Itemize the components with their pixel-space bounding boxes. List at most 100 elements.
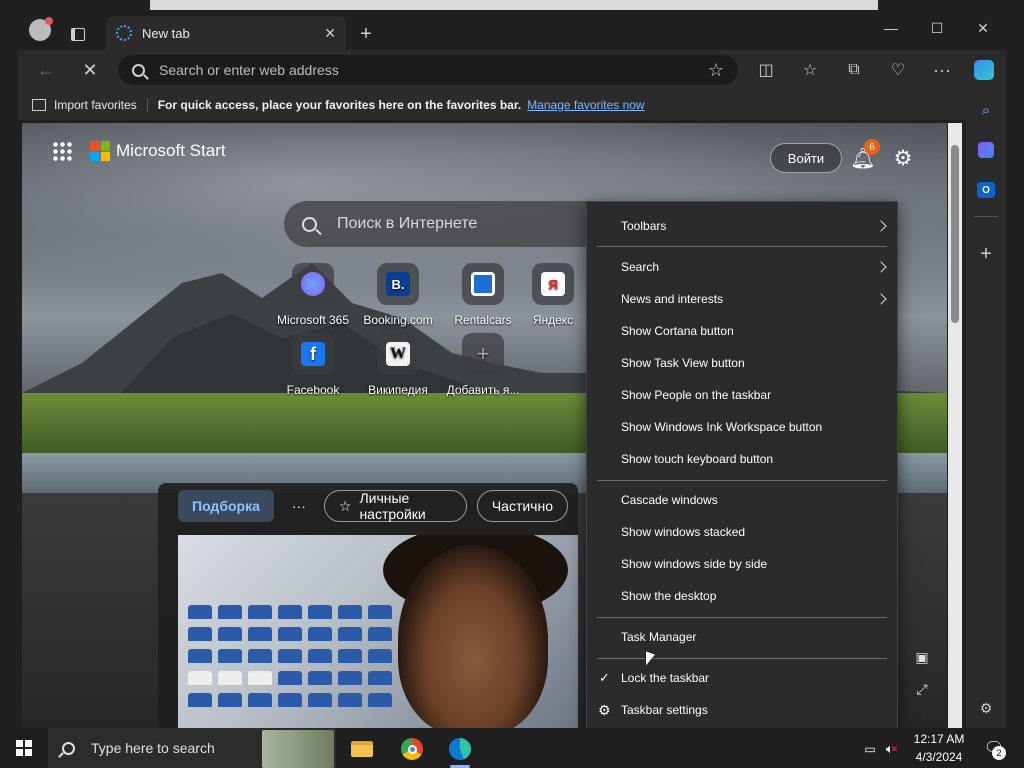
tab-bar: New tab ✕ + — ☐ ✕ (18, 10, 1006, 50)
taskbar-search-input[interactable]: Type here to search (48, 728, 336, 768)
menu-item-taskbar-settings[interactable]: ⚙ Taskbar settings (587, 696, 897, 724)
menu-item-people[interactable]: Show People on the taskbar (587, 381, 897, 409)
tab-actions-icon[interactable] (64, 20, 92, 48)
import-icon (32, 99, 46, 111)
sidebar-outlook-icon[interactable]: O (974, 178, 998, 202)
menu-item-label: Show windows stacked (621, 525, 746, 539)
tile-facebook[interactable]: f Facebook (268, 333, 358, 397)
web-search-input[interactable]: Поиск в Интернете (284, 201, 614, 247)
menu-item-label: Show People on the taskbar (621, 388, 772, 402)
taskbar-clock[interactable]: 12:17 AM 4/3/2024 (900, 730, 978, 766)
personalize-icon: ☆ (338, 497, 352, 514)
feed-tab-partial[interactable]: Частично (476, 490, 568, 522)
menu-item-cortana[interactable]: Show Cortana button (587, 317, 897, 345)
brand-name[interactable]: Microsoft Start (116, 141, 226, 161)
menu-item-stacked[interactable]: Show windows stacked (587, 518, 897, 546)
menu-item-touch-keyboard[interactable]: Show touch keyboard button (587, 445, 897, 473)
settings-more-icon[interactable]: ··· (928, 56, 956, 84)
sidebar-add-icon[interactable]: + (974, 242, 998, 266)
address-bar[interactable]: Search or enter web address ☆ (118, 55, 738, 85)
wikipedia-icon: W (377, 333, 419, 375)
menu-item-side-by-side[interactable]: Show windows side by side (587, 550, 897, 578)
menu-item-show-desktop[interactable]: Show the desktop (587, 582, 897, 610)
menu-item-lock-taskbar[interactable]: ✓ Lock the taskbar (587, 664, 897, 692)
manage-favorites-link[interactable]: Manage favorites now (527, 98, 644, 112)
minimize-button[interactable]: — (868, 14, 914, 42)
sidebar-settings-icon[interactable]: ⚙ (974, 696, 998, 720)
divider (146, 98, 148, 112)
sidebar-search-icon[interactable]: ⌕ (974, 98, 998, 122)
page-scrollbar[interactable] (948, 123, 962, 728)
app-launcher-icon[interactable] (52, 141, 72, 161)
sidebar-copilot-icon[interactable] (974, 138, 998, 162)
menu-item-label: Show touch keyboard button (621, 452, 774, 466)
menu-item-label: News and interests (621, 292, 724, 306)
action-center-badge: 2 (992, 746, 1006, 760)
menu-item-label: Show the desktop (621, 589, 717, 603)
file-explorer-icon[interactable] (342, 732, 382, 766)
login-button[interactable]: Войти (770, 143, 842, 173)
tile-booking[interactable]: B. Booking.com (353, 263, 443, 327)
close-window-button[interactable]: ✕ (960, 14, 1006, 42)
menu-item-task-view[interactable]: Show Task View button (587, 349, 897, 377)
yandex-icon: Я (532, 263, 574, 305)
back-button[interactable]: ← (32, 56, 60, 84)
menu-item-label: Taskbar settings (621, 703, 708, 717)
favorites-hint: For quick access, place your favorites h… (157, 98, 522, 112)
menu-item-label: Task Manager (621, 630, 697, 644)
new-tab-button[interactable]: + (352, 20, 380, 48)
close-tab-icon[interactable]: ✕ (324, 25, 336, 42)
tab-new-tab[interactable]: New tab ✕ (106, 16, 346, 50)
menu-item-task-manager[interactable]: Task Manager (587, 623, 897, 651)
feed-hero-image[interactable] (178, 535, 578, 728)
photo-subject-face (398, 545, 548, 728)
tile-label: Википедия (368, 383, 428, 397)
stop-loading-button[interactable]: ✕ (76, 56, 104, 84)
menu-item-label: Cascade windows (621, 493, 718, 507)
personalize-button[interactable]: ☆ Личные настройки (323, 490, 467, 522)
start-button[interactable] (0, 728, 48, 768)
menu-item-search[interactable]: Search (587, 253, 897, 281)
menu-item-cascade[interactable]: Cascade windows (587, 486, 897, 514)
expand-icon[interactable]: ⤢ (912, 679, 932, 699)
search-icon (302, 216, 317, 232)
browser-essentials-icon[interactable]: ♡ (884, 56, 912, 84)
gear-icon[interactable]: ⚙ (890, 145, 916, 171)
favorite-star-icon[interactable]: ☆ (708, 60, 724, 81)
taskbar-context-menu: Toolbars Search News and interests Show … (586, 201, 898, 735)
tile-wikipedia[interactable]: W Википедия (353, 333, 443, 397)
avatar-icon (29, 17, 53, 41)
feed-more-button[interactable]: ··· (284, 490, 314, 522)
menu-item-label: Show Cortana button (621, 324, 734, 338)
menu-item-ink[interactable]: Show Windows Ink Workspace button (587, 413, 897, 441)
personalize-label: Личные настройки (359, 490, 426, 522)
maximize-button[interactable]: ☐ (914, 14, 960, 42)
taskbar-search-placeholder: Type here to search (91, 740, 215, 756)
menu-item-label: Toolbars (621, 219, 667, 233)
volume-muted-icon[interactable]: 🔈︎ ✕ (882, 732, 902, 766)
menu-item-news[interactable]: News and interests (587, 285, 897, 313)
split-screen-icon[interactable]: ◫ (752, 56, 780, 84)
tile-label: Добавить я... (446, 383, 520, 397)
edge-icon[interactable] (440, 732, 480, 768)
scrollbar-thumb[interactable] (951, 145, 959, 323)
menu-item-label: Show windows side by side (621, 557, 768, 571)
chevron-right-icon (875, 261, 887, 273)
tile-rentalcars[interactable]: Rentalcars (438, 263, 528, 327)
feed-tab-selected[interactable]: Подборка (178, 490, 274, 522)
tile-yandex[interactable]: Я Яндекс (523, 263, 583, 327)
tile-microsoft-365[interactable]: Microsoft 365 (268, 263, 358, 327)
favorites-icon[interactable]: ☆ (796, 56, 824, 84)
search-highlight-image[interactable] (262, 730, 334, 768)
tile-label: Rentalcars (454, 313, 512, 327)
menu-item-toolbars[interactable]: Toolbars (587, 212, 897, 240)
import-favorites-button[interactable]: Import favorites (54, 98, 137, 112)
collections-icon[interactable]: ⧉ (840, 56, 868, 84)
copilot-icon[interactable] (970, 56, 998, 84)
background-image-icon[interactable]: ▣ (912, 647, 932, 667)
chrome-icon[interactable] (392, 732, 432, 766)
network-icon[interactable]: ▭ (860, 732, 880, 766)
profile-avatar[interactable] (26, 16, 54, 44)
tile-add-site[interactable]: + Добавить я... (438, 333, 528, 397)
address-toolbar: ← ✕ Search or enter web address ☆ ◫ ☆ ⧉ … (18, 50, 1006, 90)
